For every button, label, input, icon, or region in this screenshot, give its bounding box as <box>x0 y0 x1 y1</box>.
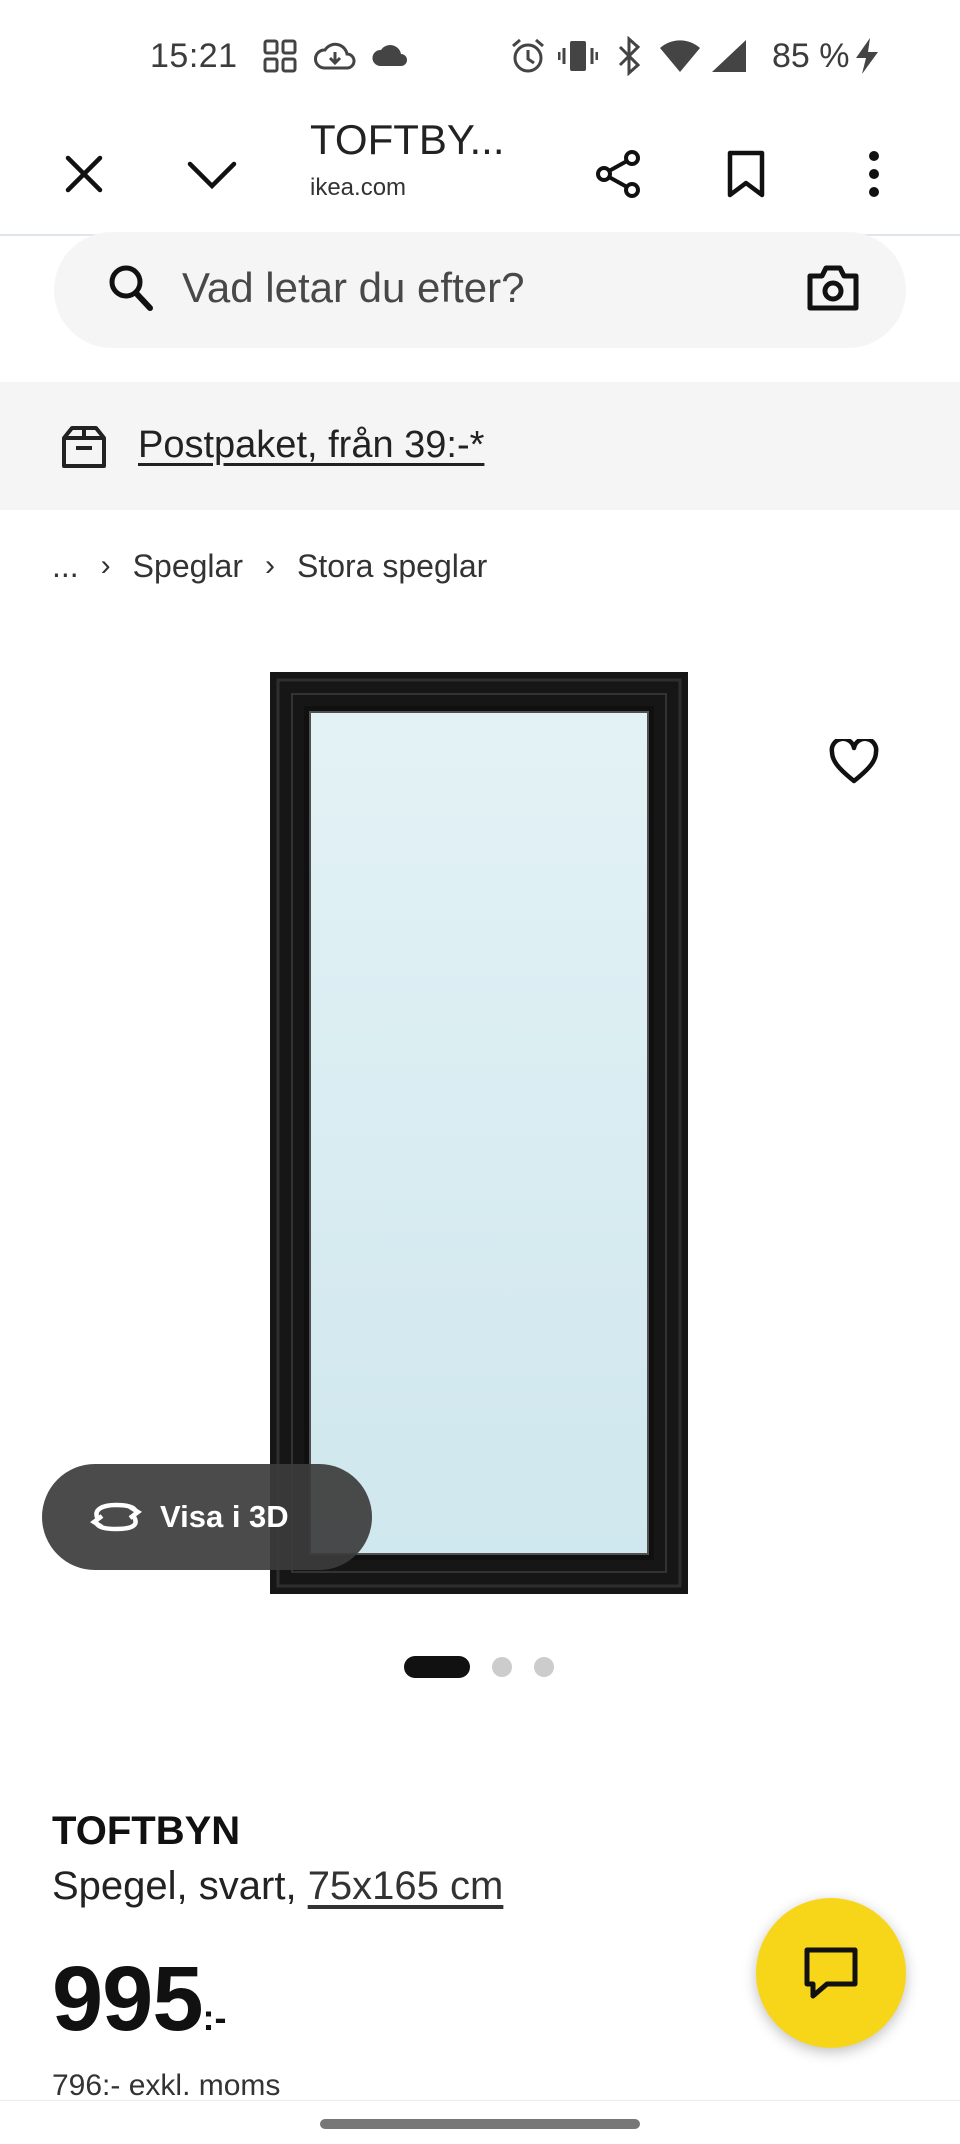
apps-icon <box>262 34 298 78</box>
share-icon <box>596 150 640 198</box>
breadcrumb-item-speglar[interactable]: Speglar <box>133 548 243 585</box>
product-name: TOFTBYN <box>52 1809 241 1853</box>
product-type: Spegel, svart, <box>52 1864 308 1908</box>
view-in-3d-label: Visa i 3D <box>160 1499 289 1534</box>
product-description: Spegel, svart, 75x165 cm <box>52 1860 503 1912</box>
delivery-banner: Postpaket, från 39:-* <box>0 382 960 510</box>
alarm-icon <box>508 34 548 78</box>
breadcrumb-chevron-icon: › <box>264 549 275 582</box>
more-options-button[interactable] <box>842 142 906 206</box>
breadcrumb: ... › Speglar › Stora speglar <box>52 544 487 588</box>
minimize-button[interactable] <box>180 142 244 206</box>
rotate-3d-icon <box>88 1497 144 1537</box>
view-in-3d-button[interactable]: Visa i 3D <box>42 1464 372 1570</box>
chat-button[interactable] <box>756 1898 906 2048</box>
breadcrumb-ellipsis[interactable]: ... <box>52 548 79 585</box>
breadcrumb-item-stora-speglar[interactable]: Stora speglar <box>297 548 487 585</box>
image-carousel-indicator <box>404 1656 554 1678</box>
price-value: 995 <box>52 1948 203 2050</box>
parcel-box-icon <box>60 424 108 475</box>
bookmark-button[interactable] <box>714 142 778 206</box>
browser-top-bar: TOFTBY... ikea.com <box>0 112 960 236</box>
cloud-icon <box>370 34 412 78</box>
close-tab-button[interactable] <box>52 142 116 206</box>
carousel-dot[interactable] <box>534 1657 554 1677</box>
bluetooth-icon <box>614 34 644 78</box>
camera-icon <box>807 265 859 311</box>
chat-bubble-icon <box>804 1947 858 1999</box>
carousel-dot[interactable] <box>492 1657 512 1677</box>
search-input[interactable]: Vad letar du efter? <box>182 258 524 318</box>
share-button[interactable] <box>586 142 650 206</box>
gesture-handle[interactable] <box>320 2119 640 2129</box>
search-bar[interactable]: Vad letar du efter? <box>54 232 906 348</box>
breadcrumb-chevron-icon: › <box>100 549 111 582</box>
vibrate-icon <box>558 34 598 78</box>
battery-percent: 85 % <box>772 36 850 75</box>
search-icon <box>106 262 156 321</box>
cloud-sync-icon <box>312 34 358 78</box>
heart-icon <box>829 739 879 784</box>
price-suffix: :- <box>202 1997 227 2038</box>
page-title: TOFTBY... <box>310 116 505 163</box>
wifi-icon <box>658 34 702 78</box>
charging-icon <box>852 34 882 78</box>
product-image[interactable] <box>270 672 688 1594</box>
product-price: 995 :- <box>52 1944 226 2054</box>
delivery-link[interactable]: Postpaket, från 39:-* <box>138 420 484 470</box>
status-time: 15:21 <box>150 36 238 75</box>
chevron-down-icon <box>187 161 237 190</box>
bookmark-icon <box>727 150 765 198</box>
product-size-link[interactable]: 75x165 cm <box>308 1864 504 1908</box>
carousel-dot-active[interactable] <box>404 1656 470 1678</box>
close-icon <box>65 155 103 193</box>
camera-search-button[interactable] <box>806 262 860 319</box>
signal-icon <box>710 34 748 78</box>
status-bar: 15:21 85 % <box>0 0 960 112</box>
page-domain: ikea.com <box>310 174 407 201</box>
system-navigation <box>0 2100 960 2144</box>
favorite-button[interactable] <box>822 730 886 794</box>
more-vertical-icon <box>869 151 879 197</box>
